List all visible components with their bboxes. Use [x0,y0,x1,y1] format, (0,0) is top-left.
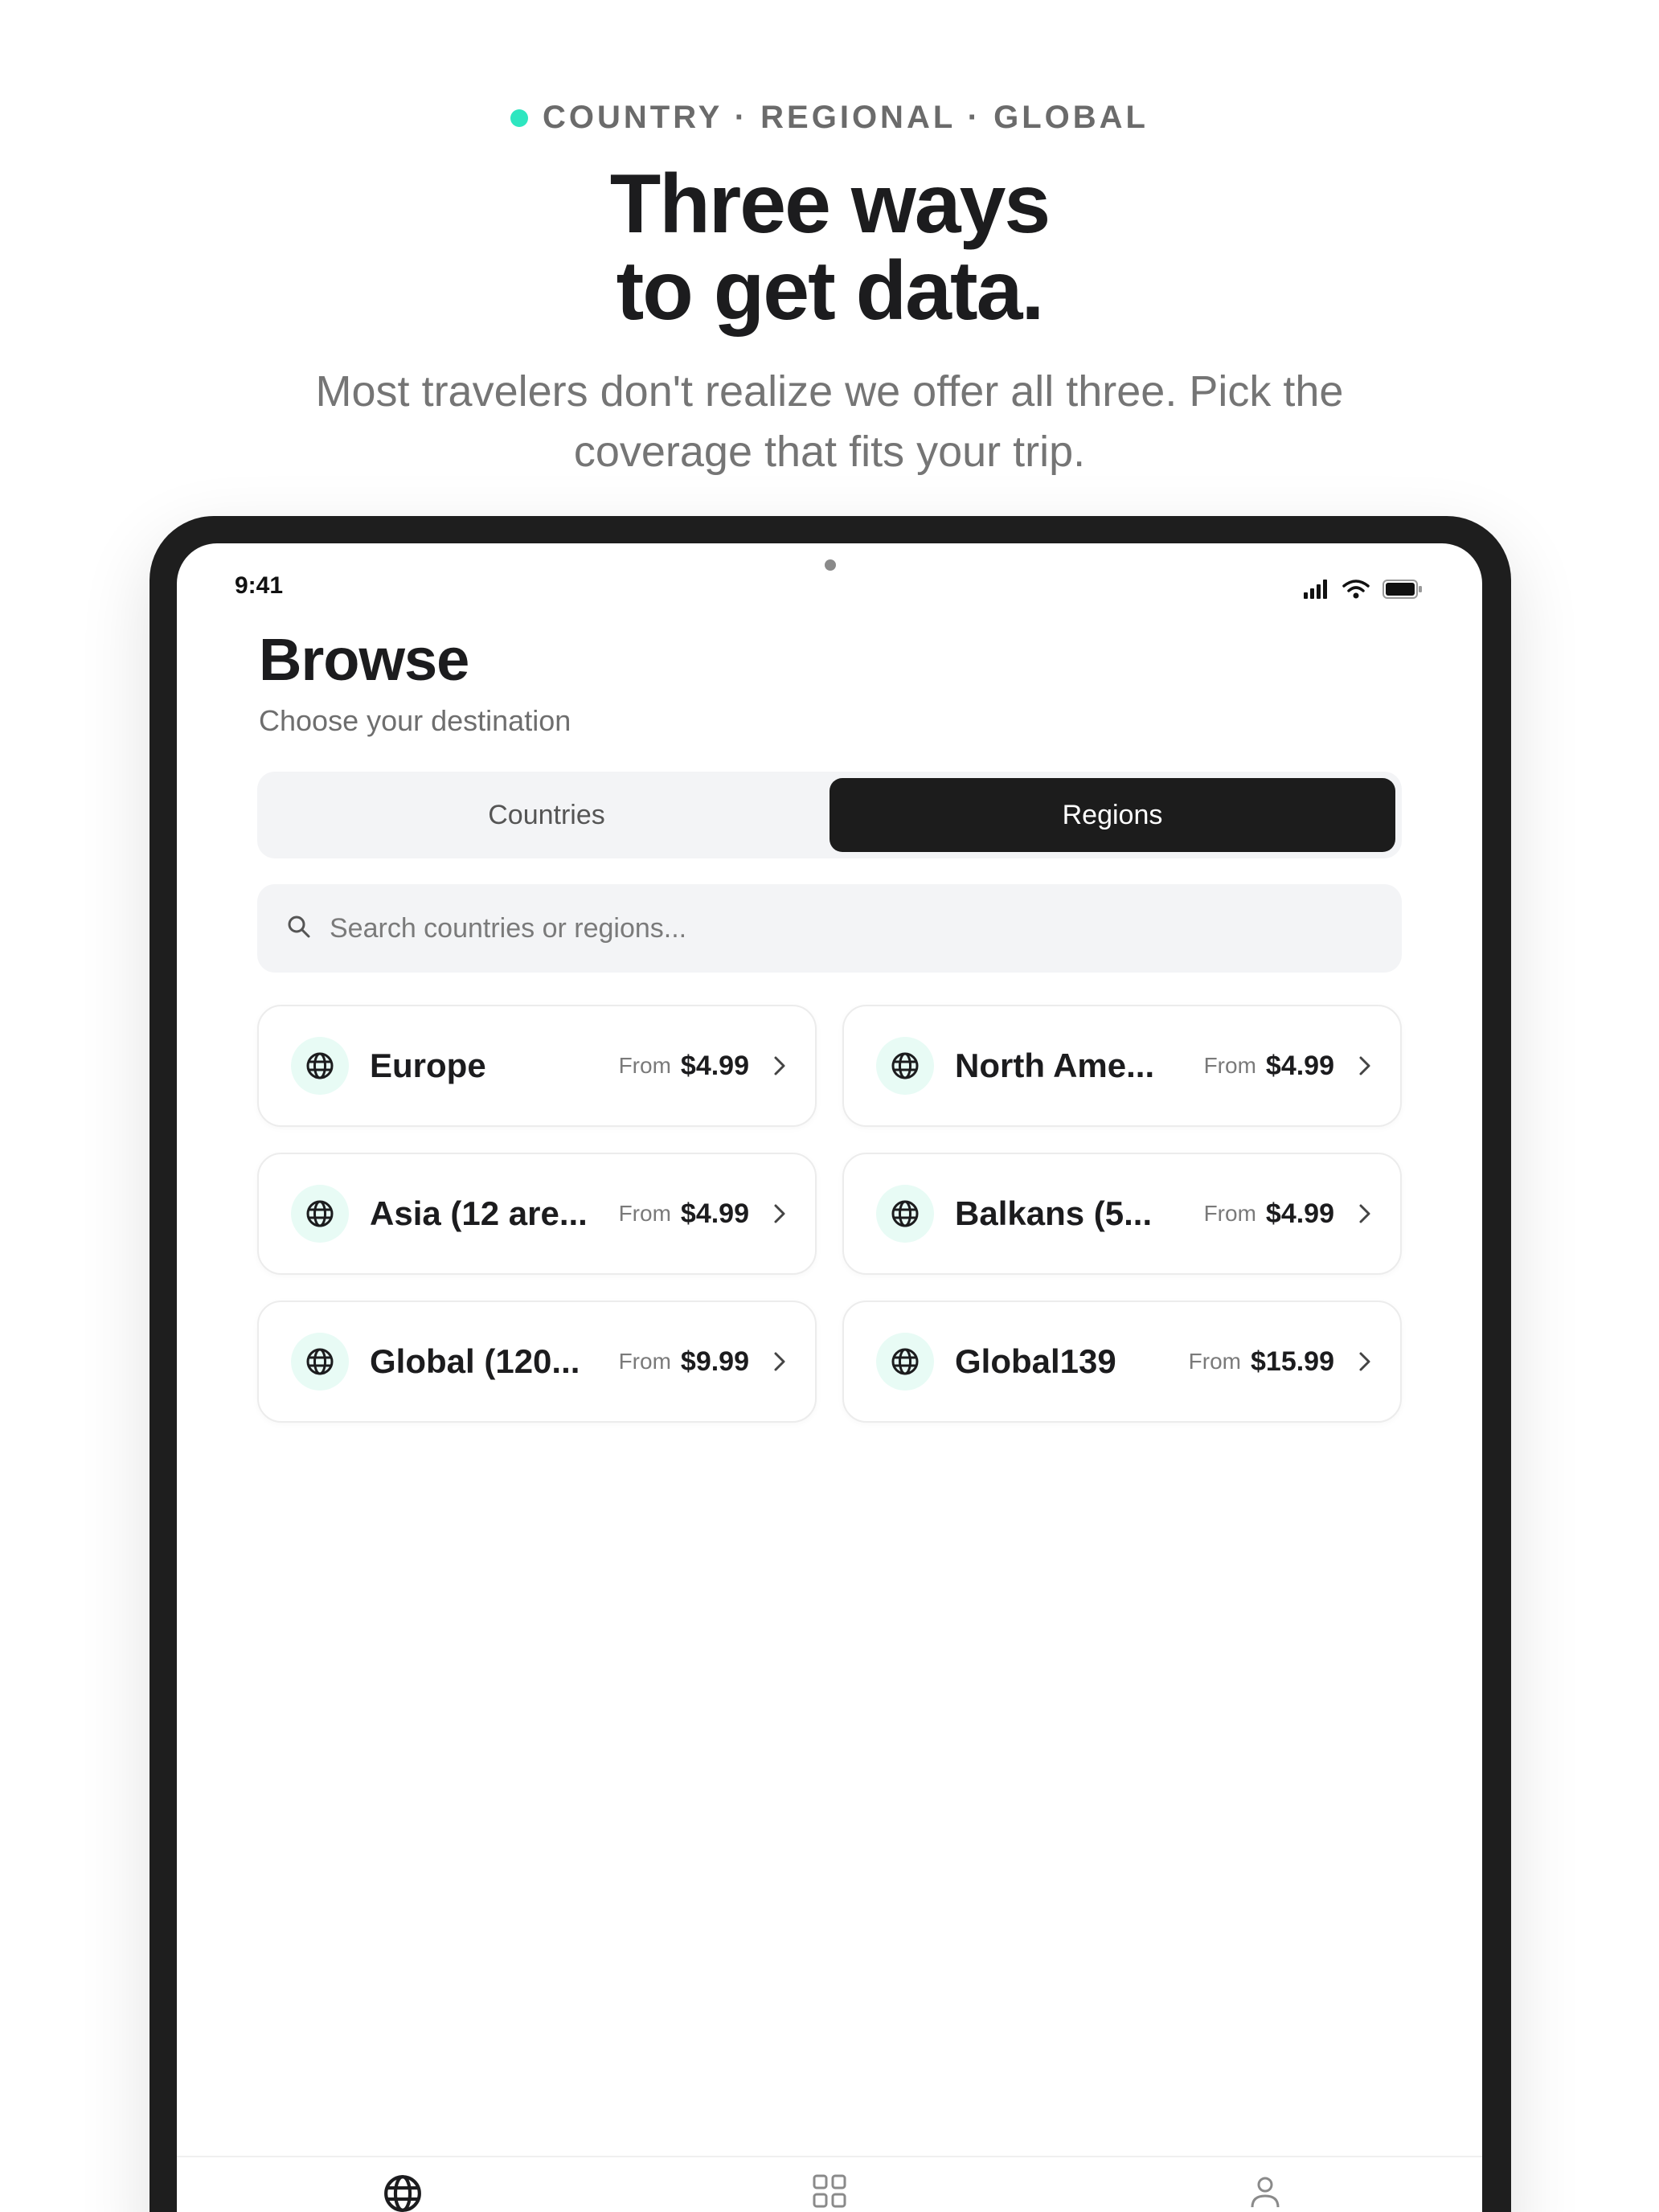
chevron-right-icon [773,1351,786,1372]
region-card-global-120[interactable]: Global (120... From $9.99 [257,1301,817,1423]
region-grid: Europe From $4.99 North Ame... From $4.9… [257,1005,1402,1423]
globe-icon [876,1185,934,1243]
chevron-right-icon [773,1055,786,1076]
region-price: $9.99 [680,1346,749,1377]
status-icons [1304,579,1423,604]
globe-icon [876,1333,934,1391]
region-price: $15.99 [1251,1346,1334,1377]
region-name: Europe [370,1047,486,1084]
status-time: 9:41 [235,572,284,599]
from-label: From [618,1053,671,1078]
eyebrow: COUNTRY · REGIONAL · GLOBAL [0,100,1659,136]
search-bar[interactable] [257,884,1402,973]
profile-icon[interactable] [1247,2173,1283,2212]
chevron-right-icon [773,1203,786,1224]
globe-icon [291,1333,349,1391]
region-name: Asia (12 are... [370,1194,588,1232]
headline: Three ways to get data. [0,161,1659,334]
region-price: $4.99 [680,1050,749,1081]
headline-line-2: to get data. [616,244,1045,338]
signal-icon [1304,580,1329,603]
from-label: From [1203,1201,1256,1226]
wifi-icon [1342,579,1370,604]
region-card-north-america[interactable]: North Ame... From $4.99 [842,1005,1402,1127]
page-title: Browse [259,626,469,693]
battery-icon [1382,580,1423,603]
region-card-asia[interactable]: Asia (12 are... From $4.99 [257,1153,817,1275]
region-price: $4.99 [680,1198,749,1229]
segmented-control: Countries Regions [257,772,1402,858]
camera-dot [825,559,836,571]
search-input[interactable] [330,912,1294,944]
chevron-right-icon [1358,1055,1371,1076]
region-card-global139[interactable]: Global139 From $15.99 [842,1301,1402,1423]
accent-dot [510,109,529,127]
region-name: Balkans (5... [955,1194,1153,1232]
region-card-balkans[interactable]: Balkans (5... From $4.99 [842,1153,1402,1275]
eyebrow-text: COUNTRY · REGIONAL · GLOBAL [543,100,1149,135]
chevron-right-icon [1358,1203,1371,1224]
page-subtitle: Choose your destination [259,704,571,737]
subhead: Most travelers don't realize we offer al… [315,367,1344,476]
tab-regions[interactable]: Regions [830,778,1395,852]
headline-line-1: Three ways [609,158,1051,251]
from-label: From [618,1349,671,1374]
tab-countries[interactable]: Countries [264,778,830,852]
globe-icon [291,1185,349,1243]
search-icon [286,914,312,944]
tablet-screen: 9:41 Browse Choose your destination Coun… [177,543,1482,2212]
globe-icon[interactable] [383,2173,423,2212]
from-label: From [1188,1349,1241,1374]
region-price: $4.99 [1265,1198,1334,1229]
bottom-tab-bar [177,2156,1482,2212]
marketing-page: COUNTRY · REGIONAL · GLOBAL Three ways t… [0,0,1659,2212]
region-card-europe[interactable]: Europe From $4.99 [257,1005,817,1127]
region-name: Global139 [955,1342,1116,1380]
region-name: Global (120... [370,1342,580,1380]
region-price: $4.99 [1265,1050,1334,1081]
globe-icon [291,1037,349,1095]
region-name: North Ame... [955,1047,1155,1084]
from-label: From [1203,1053,1256,1078]
grid-icon[interactable] [812,2173,847,2212]
from-label: From [618,1201,671,1226]
globe-icon [876,1037,934,1095]
chevron-right-icon [1358,1351,1371,1372]
